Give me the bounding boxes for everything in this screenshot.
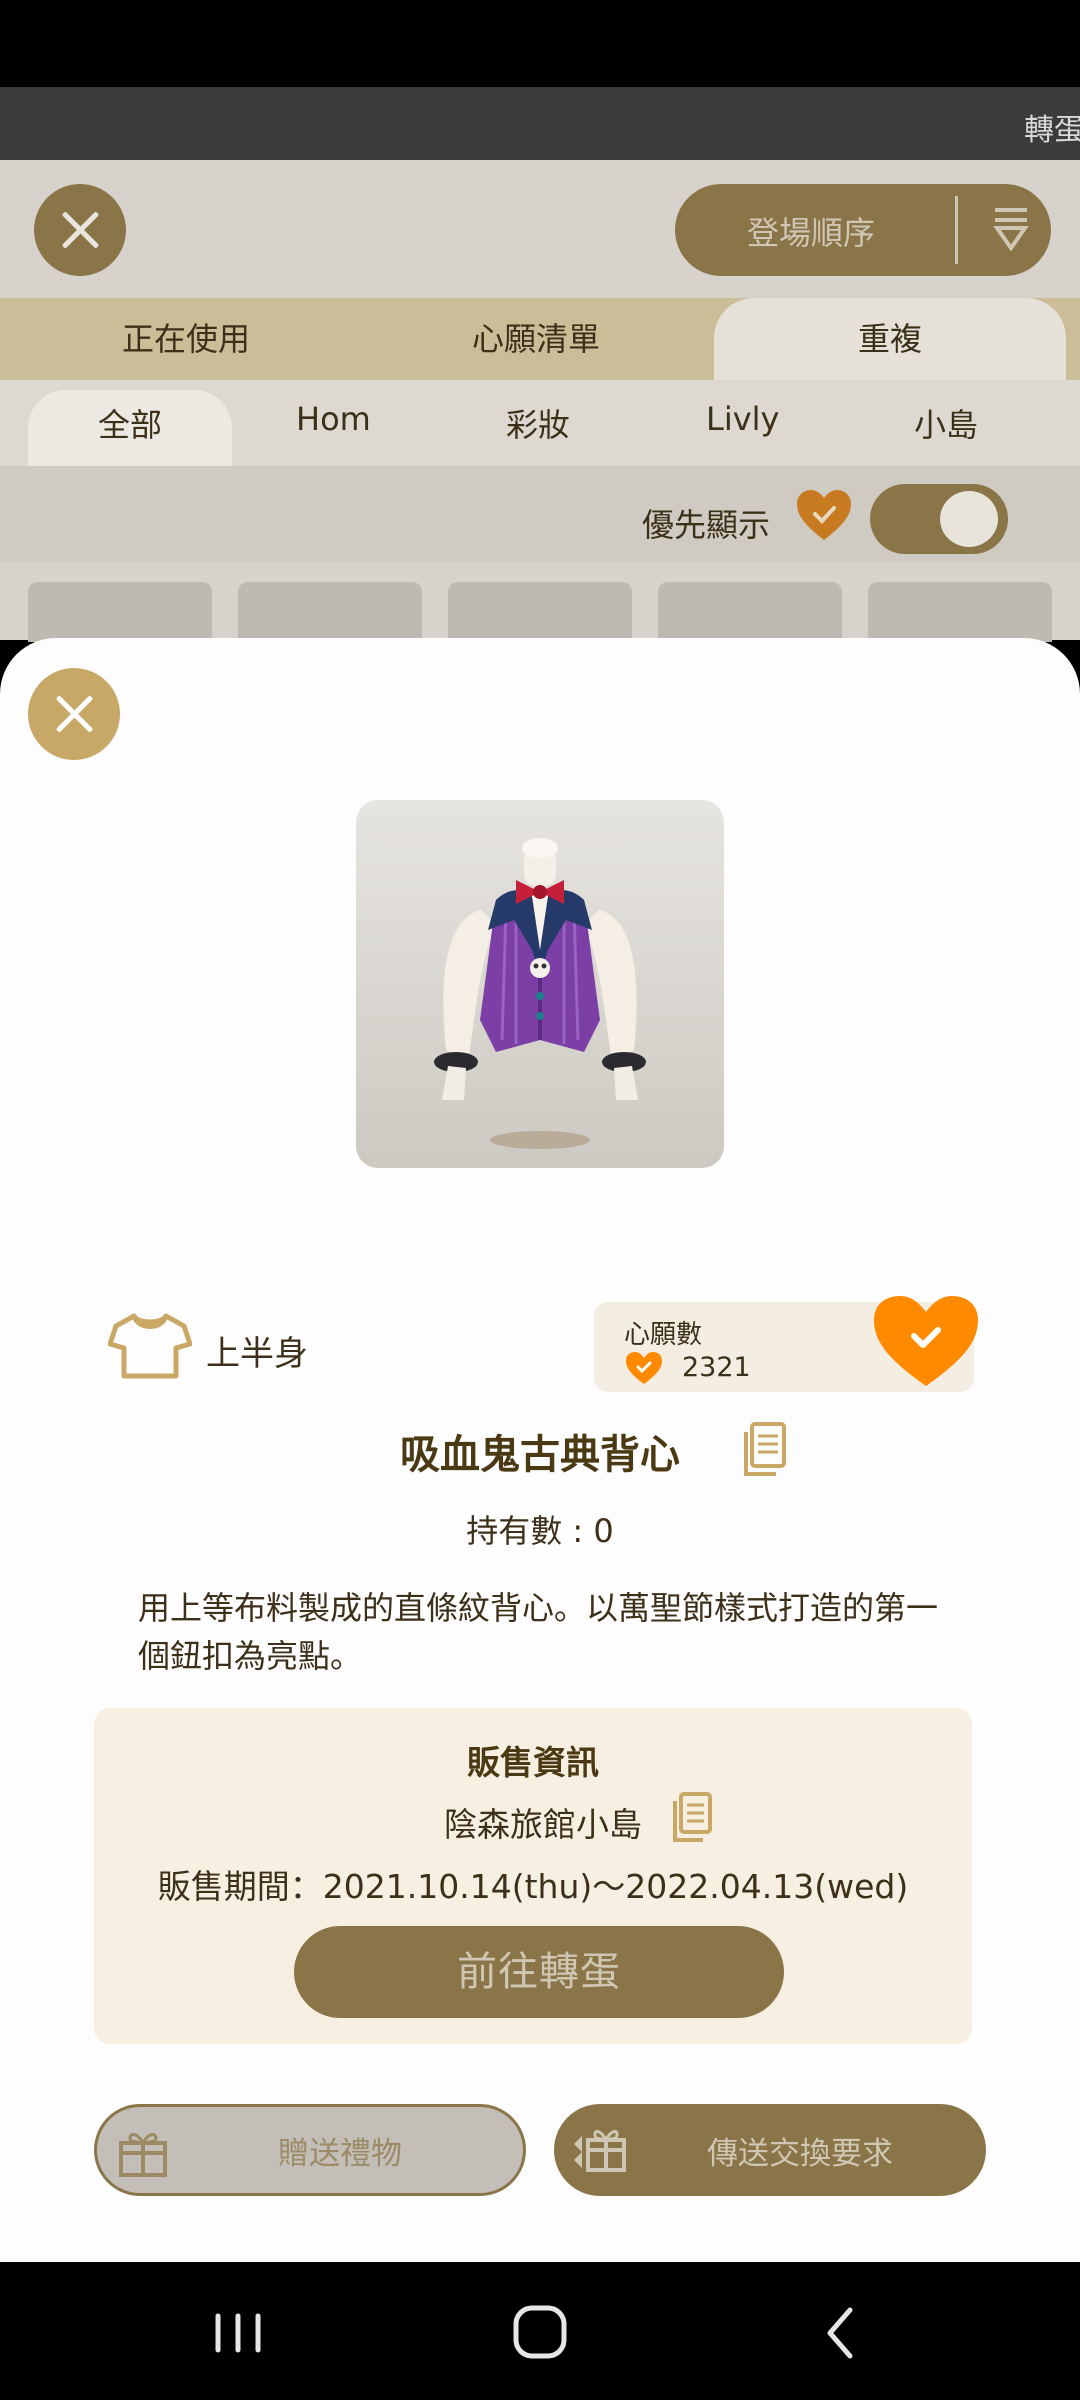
sort-order-label: 登場順序 (747, 214, 876, 252)
wish-count-box: 心願數 2321 (594, 1296, 978, 1392)
item-image (356, 800, 724, 1168)
item-description: 用上等布料製成的直條紋背心。以萬聖節樣式打造的第一個鈕扣為亮點。 (138, 1589, 939, 1675)
sale-info-title: 販售資訊 (467, 1743, 599, 1782)
vampire-vest-illustration (434, 838, 646, 1149)
home-icon[interactable] (500, 2298, 580, 2368)
background-close-button (34, 184, 126, 276)
item-thumbnail (868, 582, 1052, 642)
item-thumbnail (448, 582, 632, 642)
priority-display-toggle (870, 484, 1008, 554)
background-main-tabs: 正在使用 心願清單 重複 (0, 298, 1080, 380)
send-trade-request-label: 傳送交換要求 (707, 2136, 893, 2172)
subtab-livly: Livly (706, 400, 780, 438)
item-detail-sheet: 上半身 心願數 2321 吸血鬼古典背心 持有數 : 0 用上等布料製成的直條紋… (0, 638, 1080, 2262)
sort-divider (955, 196, 958, 264)
go-to-gacha-button[interactable]: 前往轉蛋 (294, 1926, 784, 2018)
send-trade-request-button[interactable]: 傳送交換要求 (554, 2104, 986, 2196)
subtab-island: 小島 (914, 406, 979, 444)
background-item-thumbnails (0, 582, 1080, 642)
heart-icon (797, 490, 851, 540)
background-filter-row: 優先顯示 (0, 466, 1080, 562)
owned-count: 持有數 : 0 (466, 1512, 614, 1550)
sort-order-button: 登場順序 (675, 184, 1051, 276)
background-sub-tabs: 全部 Hom 彩妝 Livly 小島 (0, 380, 1080, 466)
priority-display-label: 優先顯示 (642, 506, 771, 544)
tab-wishlist: 心願清單 (472, 320, 601, 358)
item-category-label: 上半身 (206, 1334, 308, 1374)
wish-count-value: 2321 (682, 1352, 751, 1383)
subtab-all: 全部 (28, 390, 232, 466)
send-gift-label: 贈送禮物 (278, 2136, 402, 2172)
close-button[interactable] (28, 668, 120, 760)
sort-icon (993, 208, 1029, 252)
item-thumbnail (658, 582, 842, 642)
title-bar: 轉蛋 (0, 87, 1080, 160)
add-to-wishlist-heart-icon[interactable] (870, 1292, 982, 1390)
item-name: 吸血鬼古典背心 (400, 1432, 680, 1478)
wish-count-label: 心願數 (624, 1320, 703, 1350)
sale-info-box: 販售資訊 陰森旅館小島 販售期間：2021.10.14(thu)～2022.04… (94, 1708, 972, 2044)
heart-icon (626, 1352, 662, 1384)
item-thumbnail (238, 582, 422, 642)
item-thumbnail (28, 582, 212, 642)
copy-icon[interactable] (672, 1792, 712, 1842)
recent-apps-icon[interactable] (198, 2298, 278, 2368)
sale-period: 販售期間：2021.10.14(thu)～2022.04.13(wed) (157, 1867, 909, 1906)
tab-duplicate: 重複 (714, 298, 1066, 380)
top-wear-icon (108, 1313, 192, 1379)
system-navigation-bar (0, 2262, 1080, 2400)
tab-in-use: 正在使用 (122, 320, 251, 358)
title-marquee: 轉蛋 (1024, 113, 1080, 148)
subtab-hom: Hom (296, 400, 371, 438)
send-gift-button[interactable]: 贈送禮物 (94, 2104, 526, 2196)
sale-island-name: 陰森旅館小島 (444, 1805, 642, 1844)
status-bar (0, 0, 1080, 87)
subtab-makeup: 彩妝 (506, 406, 571, 444)
back-icon[interactable] (802, 2298, 882, 2368)
copy-icon[interactable] (742, 1422, 786, 1476)
